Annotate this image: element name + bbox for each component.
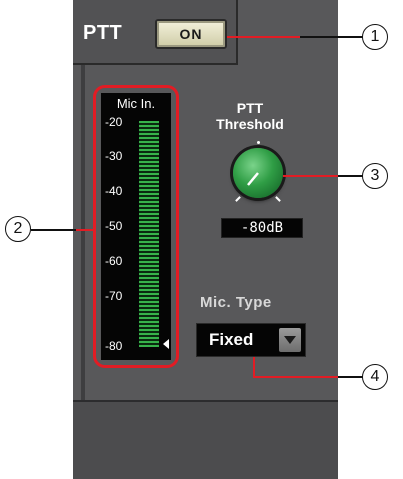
threshold-knob[interactable] <box>233 148 283 198</box>
meter-scale-label: -60 <box>105 254 123 268</box>
meter-scale-label: -30 <box>105 149 123 163</box>
callout-1: 1 <box>362 24 388 50</box>
mic-type-label: Mic. Type <box>200 294 272 311</box>
panel-divider <box>81 65 85 435</box>
knob-indicator-dot <box>257 141 260 144</box>
meter-scale-label: -80 <box>105 339 123 353</box>
callout-3-number: 3 <box>370 167 380 184</box>
mic-type-value: Fixed <box>209 330 254 349</box>
callout-1-number: 1 <box>370 28 380 45</box>
ptt-section: PTT ON <box>73 0 238 65</box>
callout-4-leader <box>338 376 363 378</box>
callout-3-leader <box>338 175 363 177</box>
threshold-title-line2: Threshold <box>216 116 284 132</box>
mic-input-meter: Mic In. -20 -30 -40 -50 -60 -70 -80 <box>101 93 171 360</box>
mic-input-meter-highlight: Mic In. -20 -30 -40 -50 -60 -70 -80 <box>93 85 179 368</box>
bottom-strip <box>73 400 338 479</box>
meter-scale-label: -70 <box>105 289 123 303</box>
chevron-down-icon[interactable] <box>279 328 301 352</box>
callout-3-line <box>283 175 338 177</box>
mic-type-select[interactable]: Fixed <box>196 323 306 357</box>
threshold-title: PTT Threshold <box>185 100 315 132</box>
callout-2-leader <box>31 229 76 231</box>
threshold-pointer-icon <box>163 339 169 349</box>
meter-scale-label: -40 <box>105 184 123 198</box>
knob-pointer-icon <box>247 172 259 186</box>
ptt-on-button[interactable]: ON <box>155 19 227 49</box>
callout-3: 3 <box>362 163 388 189</box>
ptt-on-button-label: ON <box>179 26 203 42</box>
threshold-value: -80dB <box>221 218 303 238</box>
ptt-panel: PTT ON Mic In. -20 -30 -40 -50 -60 -70 -… <box>73 0 338 479</box>
meter-title: Mic In. <box>116 96 156 111</box>
callout-2: 2 <box>5 216 31 242</box>
threshold-title-line1: PTT <box>236 100 264 116</box>
meter-scale-label: -20 <box>105 115 123 129</box>
callout-2-line <box>76 229 94 231</box>
meter-level-bar <box>139 121 159 347</box>
meter-scale-label: -50 <box>105 219 123 233</box>
callout-4-vline <box>253 357 255 377</box>
ptt-label: PTT <box>83 22 123 44</box>
callout-2-number: 2 <box>13 220 23 237</box>
callout-4-number: 4 <box>370 368 380 385</box>
callout-4: 4 <box>362 364 388 390</box>
callout-1-leader <box>300 36 363 38</box>
callout-4-line <box>253 376 338 378</box>
